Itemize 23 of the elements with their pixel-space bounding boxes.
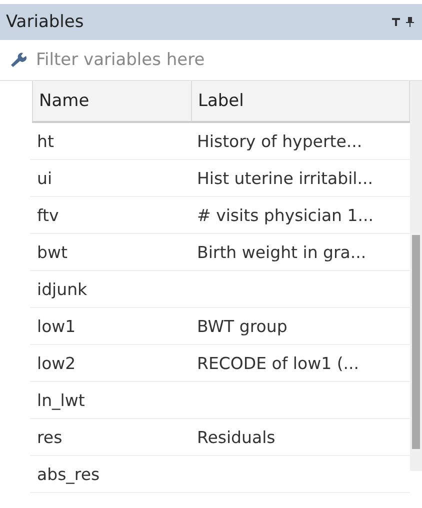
variable-name: bwt	[37, 242, 68, 262]
variable-name: ht	[37, 132, 54, 150]
variable-name: res	[37, 428, 62, 446]
column-header[interactable]: Name	[32, 81, 191, 121]
pin-icon[interactable]	[406, 17, 414, 27]
variable-name: ln_lwt	[37, 390, 85, 410]
variable-name: low1	[37, 316, 76, 336]
scrollbar-thumb[interactable]	[412, 235, 420, 449]
variable-name: low2	[37, 354, 76, 372]
variable-label: Hist uterine irritabil...	[197, 168, 374, 188]
variable-label: Birth weight in gra...	[197, 242, 366, 262]
variable-name: abs_res	[37, 464, 100, 484]
panel-title: Variables	[6, 12, 84, 32]
scrollbar[interactable]	[410, 81, 422, 471]
variable-name: ftv	[37, 206, 59, 224]
variable-label: # visits physician 1...	[197, 206, 374, 224]
variable-name: ui	[37, 168, 52, 188]
variable-label: BWT group	[197, 316, 288, 336]
filter-field[interactable]: Filter variables here	[34, 49, 422, 71]
variable-label: Residuals	[197, 428, 276, 446]
variable-name: idjunk	[37, 280, 88, 298]
variable-label: History of hyperte...	[197, 132, 362, 150]
variable-label: RECODE of low1 (...	[197, 354, 360, 372]
